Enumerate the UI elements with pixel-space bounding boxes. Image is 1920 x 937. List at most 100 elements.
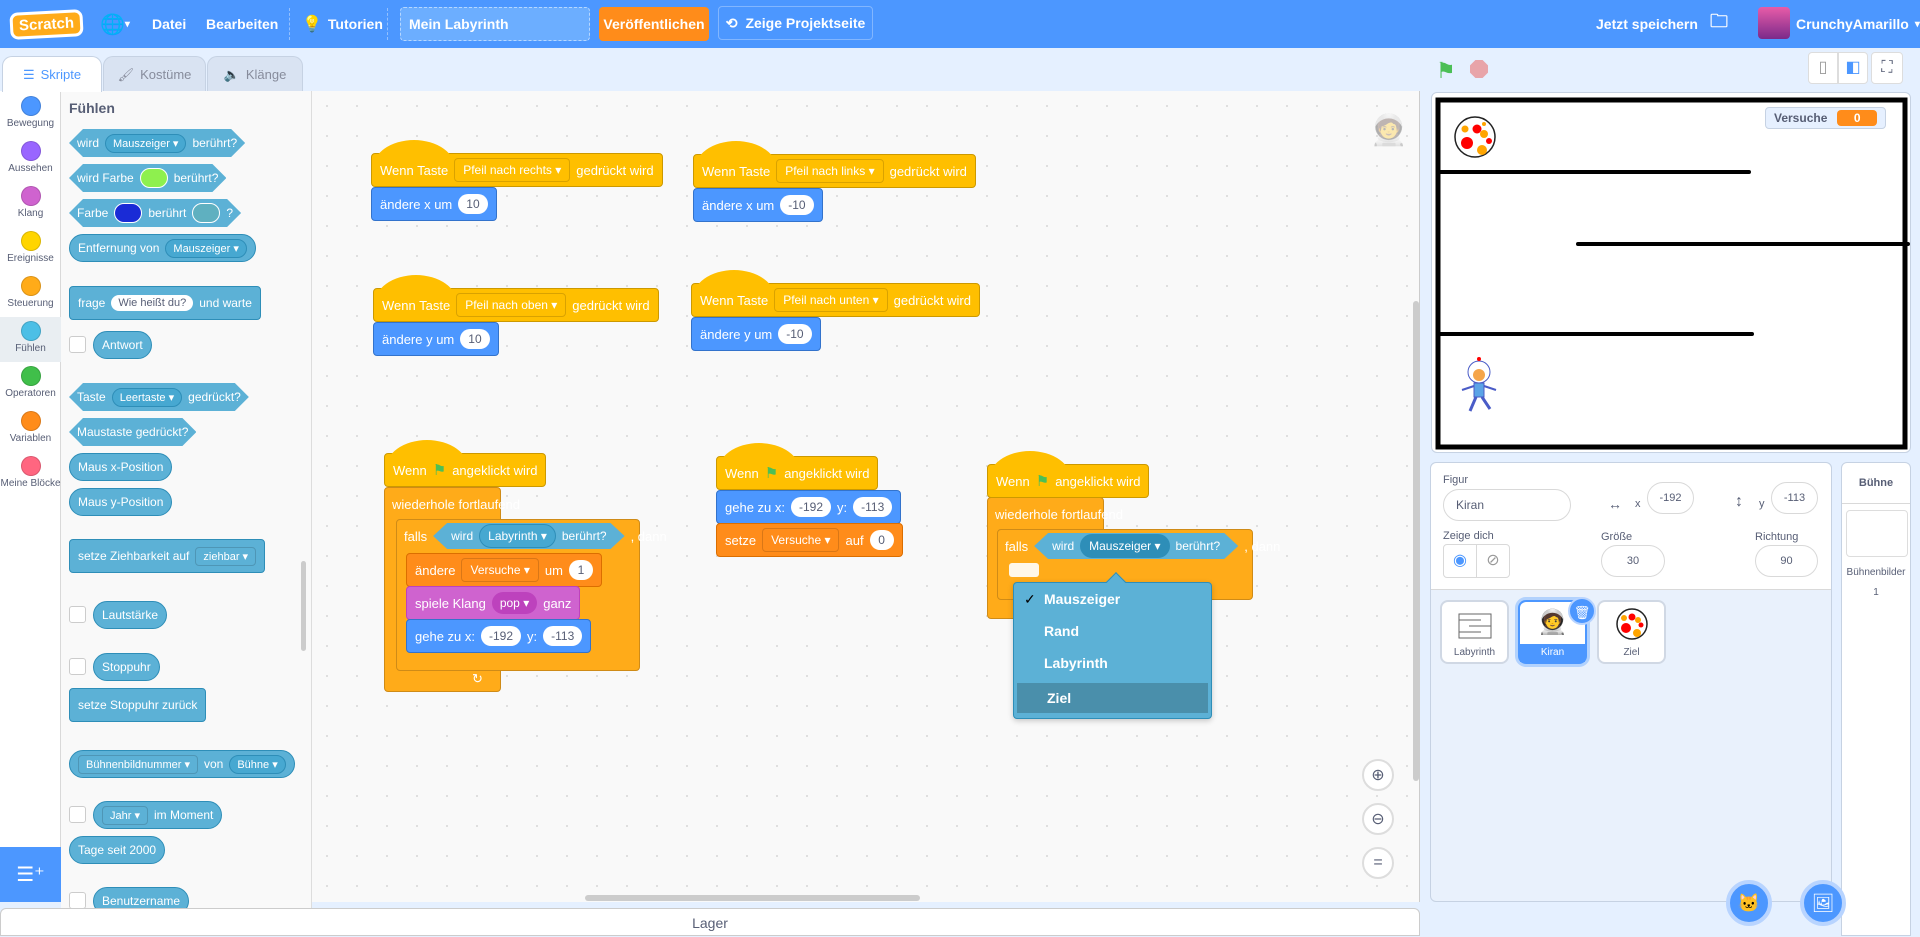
palette-block-of[interactable]: BühnenbildnummervonBühne — [69, 750, 295, 778]
touching-condition[interactable]: wirdLabyrinthberührt? — [433, 523, 624, 549]
dropdown-item-rand[interactable]: Rand — [1014, 616, 1213, 646]
dropdown[interactable]: Bühnenbildnummer — [78, 754, 198, 774]
when-flag-clicked-hat[interactable]: Wenn ⚑ angeklickt wird — [987, 451, 1150, 498]
scratch-logo[interactable]: Scratch — [9, 0, 84, 48]
number-input[interactable]: 10 — [458, 194, 488, 214]
sound-dropdown[interactable]: pop — [491, 592, 538, 614]
x-input[interactable]: -192 — [791, 497, 832, 517]
add-extension-button[interactable]: ☰⁺ — [0, 847, 61, 902]
tab-skripte[interactable]: ☰ Skripte — [2, 56, 102, 92]
hide-button[interactable]: ⊘ — [1476, 544, 1510, 578]
dropdown[interactable]: Mauszeiger — [105, 134, 186, 153]
palette-block-reset-timer[interactable]: setze Stoppuhr zurück — [69, 688, 207, 722]
category-klang[interactable]: Klang — [0, 182, 61, 227]
menu-bearbeiten[interactable]: Bearbeiten — [206, 0, 278, 48]
set-variable-block[interactable]: setzeVersucheauf0 — [716, 523, 903, 557]
touching-condition[interactable]: wirdMauszeigerberührt? — [1034, 533, 1238, 559]
fullscreen-button[interactable]: ⛶ — [1871, 52, 1903, 84]
when-key-pressed-hat[interactable]: Wenn TastePfeil nach obengedrückt wird — [373, 275, 659, 322]
direction-input[interactable]: 90 — [1755, 545, 1818, 577]
palette-block-touching[interactable]: wirdMauszeigerberührt? — [69, 129, 245, 157]
project-page-button[interactable]: ⟲ Zeige Projektseite — [718, 6, 873, 40]
palette-block-loudness[interactable]: Lautstärke — [93, 601, 168, 629]
when-key-pressed-hat[interactable]: Wenn TastePfeil nach rechtsgedrückt wird — [371, 140, 663, 187]
zoom-out-button[interactable]: ⊖ — [1362, 803, 1394, 835]
avatar[interactable] — [1758, 7, 1790, 39]
backpack-bar[interactable]: Lager — [0, 908, 1420, 936]
dropdown[interactable]: Mauszeiger — [1080, 534, 1169, 558]
key-dropdown[interactable]: Pfeil nach links — [776, 159, 884, 183]
checkbox-answer[interactable] — [69, 336, 86, 353]
dropdown[interactable]: Labyrinth — [479, 524, 556, 548]
number-input[interactable]: 0 — [869, 530, 894, 550]
sprite-tile-labyrinth[interactable]: Labyrinth — [1440, 600, 1509, 664]
palette-scrollbar[interactable] — [301, 561, 306, 651]
key-dropdown[interactable]: Pfeil nach rechts — [454, 158, 571, 182]
change-variable-block[interactable]: ändereVersucheum1 — [406, 553, 602, 587]
palette-block-mouse-x[interactable]: Maus x-Position — [69, 453, 173, 481]
tab-kostueme[interactable]: 🖌 Kostüme — [103, 56, 206, 92]
category-meine-bloecke[interactable]: Meine Blöcke — [0, 452, 61, 497]
category-operatoren[interactable]: Operatoren — [0, 362, 61, 407]
checkbox-current[interactable] — [69, 806, 86, 823]
number-input[interactable]: 1 — [568, 560, 593, 580]
change-x-block[interactable]: ändere x um -10 — [693, 188, 823, 222]
horizontal-scrollbar[interactable] — [585, 895, 920, 901]
my-stuff-folder-icon[interactable]: 🗀 — [1710, 0, 1728, 48]
dropdown[interactable]: Leertaste — [112, 388, 182, 407]
number-input[interactable]: 10 — [460, 329, 490, 349]
number-input[interactable]: -10 — [778, 324, 812, 344]
add-backdrop-button[interactable]: 🖼 — [1800, 880, 1846, 926]
variable-monitor[interactable]: Versuche 0 — [1765, 107, 1886, 129]
kiran-sprite[interactable] — [1461, 357, 1497, 412]
backdrop-thumbnail[interactable] — [1846, 510, 1908, 557]
category-steuerung[interactable]: Steuerung — [0, 272, 61, 317]
palette-block-set-drag[interactable]: setze Ziehbarkeit auf ziehbar — [69, 539, 266, 573]
when-key-pressed-hat[interactable]: Wenn TastePfeil nach linksgedrückt wird — [693, 141, 976, 188]
key-dropdown[interactable]: Pfeil nach oben — [456, 293, 567, 317]
vertical-scrollbar[interactable] — [1413, 301, 1419, 781]
palette-block-touching-color[interactable]: wird Farbe berührt? — [69, 164, 226, 192]
menu-tutorien[interactable]: 💡 Tutorien — [302, 0, 383, 48]
dropdown-item-mauszeiger[interactable]: ✓ Mauszeiger — [1014, 584, 1213, 614]
go-to-xy-block[interactable]: gehe zu x: -192 y: -113 — [406, 619, 592, 653]
variable-dropdown[interactable]: Versuche — [461, 558, 539, 582]
palette-block-distance[interactable]: Entfernung von Mauszeiger — [69, 234, 256, 262]
stop-button[interactable] — [1470, 60, 1488, 78]
palette-block-username[interactable]: Benutzername — [93, 887, 190, 908]
normal-stage-button[interactable]: ◧ — [1838, 52, 1868, 84]
palette-block-key-pressed[interactable]: TasteLeertastegedrückt? — [69, 383, 249, 411]
ziel-sprite[interactable] — [1454, 116, 1496, 158]
palette-block-mouse-y[interactable]: Maus y-Position — [69, 488, 173, 516]
when-flag-clicked-hat[interactable]: Wenn ⚑ angeklickt wird — [384, 440, 547, 487]
change-y-block[interactable]: ändere y um 10 — [373, 322, 499, 356]
y-position-input[interactable]: -113 — [1771, 482, 1818, 514]
number-input[interactable]: -10 — [780, 195, 814, 215]
palette-block-ask[interactable]: frage Wie heißt du? und warte — [69, 286, 261, 320]
delete-sprite-button[interactable]: 🗑 — [1568, 597, 1596, 625]
key-dropdown[interactable]: Pfeil nach unten — [774, 288, 888, 312]
dropdown[interactable]: Mauszeiger — [165, 238, 247, 258]
tab-klaenge[interactable]: 🔈 Klänge — [207, 56, 303, 92]
add-sprite-button[interactable]: 🐱 — [1726, 880, 1772, 926]
text-input[interactable]: Wie heißt du? — [111, 295, 194, 311]
script-workspace[interactable]: 🧑‍🚀 Wenn TastePfeil nach rechtsgedrückt … — [312, 91, 1420, 902]
menu-datei[interactable]: Datei — [152, 0, 186, 48]
palette-block-mouse-down[interactable]: Maustaste gedrückt? — [69, 418, 196, 446]
show-button[interactable]: ◉ — [1443, 544, 1477, 578]
publish-button[interactable]: Veröffentlichen — [599, 7, 709, 41]
language-globe-icon[interactable]: 🌐 ▾ — [100, 0, 130, 48]
palette-block-color-touching[interactable]: Farbe berührt? — [69, 199, 241, 227]
when-flag-clicked-hat[interactable]: Wenn ⚑ angeklickt wird — [716, 443, 879, 490]
save-now-button[interactable]: Jetzt speichern — [1596, 0, 1698, 48]
when-key-pressed-hat[interactable]: Wenn TastePfeil nach untengedrückt wird — [691, 270, 980, 317]
sprite-name-input[interactable]: Kiran — [1443, 489, 1571, 521]
y-input[interactable]: -113 — [543, 626, 583, 646]
sprite-tile-ziel[interactable]: Ziel — [1597, 600, 1666, 664]
palette-block-answer[interactable]: Antwort — [93, 331, 152, 359]
color-swatch[interactable] — [140, 168, 168, 188]
palette-block-current[interactable]: Jahrim Moment — [93, 801, 223, 829]
x-position-input[interactable]: -192 — [1647, 482, 1694, 514]
dropdown[interactable]: ziehbar — [195, 546, 257, 566]
dropdown-item-ziel[interactable]: Ziel — [1017, 683, 1208, 713]
